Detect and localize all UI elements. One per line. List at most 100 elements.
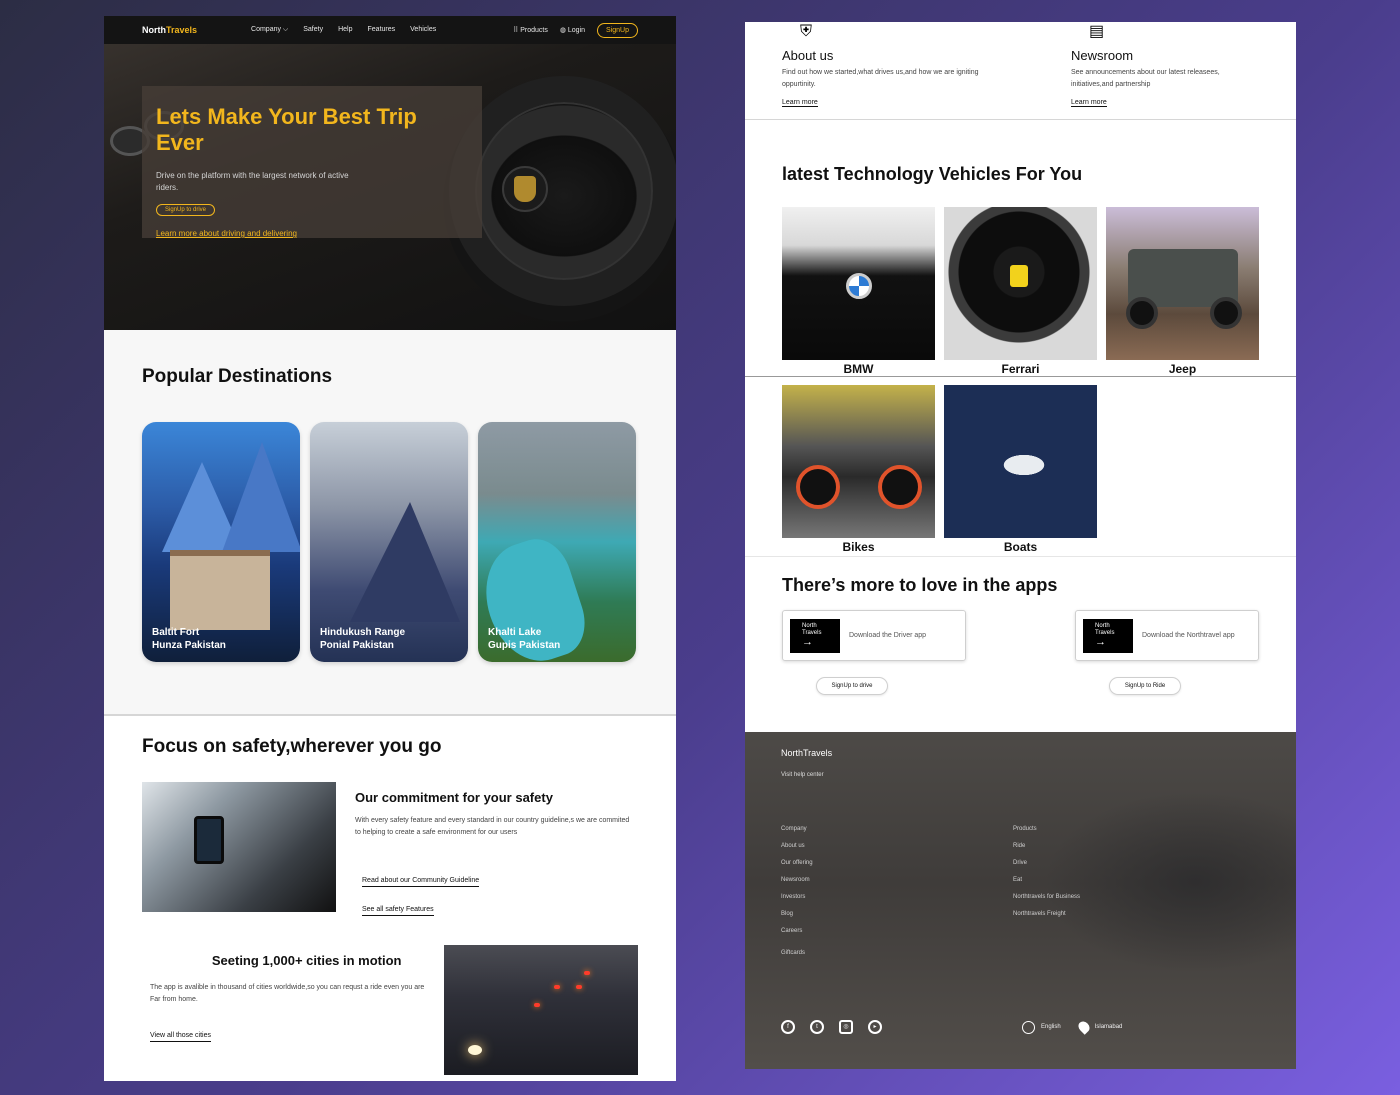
commitment-heading: Our commitment for your safety <box>355 790 553 805</box>
hero-subtitle: Drive on the platform with the largest n… <box>156 171 349 192</box>
footer-link[interactable]: Blog <box>781 911 1013 917</box>
brand-logo[interactable]: NorthTravels <box>142 25 197 35</box>
footer-link[interactable]: Ride <box>1013 843 1245 849</box>
nav-login[interactable]: ◍ Login <box>560 26 585 34</box>
footer-products-column: Products Ride Drive Eat Northtravels for… <box>1013 826 1245 956</box>
safety-title: Focus on safety,wherever you go <box>142 736 442 757</box>
wheel-icon <box>878 465 922 509</box>
newsroom-learn-more-link[interactable]: Learn more <box>1071 99 1107 107</box>
newspaper-icon: ▤ <box>1089 23 1105 40</box>
nav-vehicles[interactable]: Vehicles <box>410 26 436 34</box>
nav-login-label: Login <box>567 27 586 34</box>
vehicle-row-2: Bikes Boats <box>782 385 1259 554</box>
location-selector[interactable]: Islamabad <box>1075 1019 1122 1035</box>
brand-prefix: North <box>142 25 166 35</box>
vehicle-card-bmw[interactable]: BMW <box>782 207 935 376</box>
footer-link[interactable]: Investors <box>781 894 1013 900</box>
hero-signup-drive-button[interactable]: SignUp to drive <box>156 204 216 216</box>
apps-title: There’s more to love in the apps <box>782 575 1058 595</box>
footer-link[interactable]: Drive <box>1013 860 1245 866</box>
destination-cards: Baltit Fort Hunza Pakistan Hindukush Rang… <box>142 422 638 662</box>
cities-text: Seeting 1,000+ cities in motion The app … <box>142 945 441 1075</box>
jeep-image <box>1106 207 1259 360</box>
tile-line1: North <box>802 622 817 629</box>
about-learn-more-link[interactable]: Learn more <box>782 99 818 107</box>
community-guideline-link[interactable]: Read about our Community Guideline <box>362 877 480 887</box>
nav-links: Company ⌵ Safety Help Features Vehicles <box>251 26 436 34</box>
footer-link[interactable]: Northtravels for Business <box>1013 894 1245 900</box>
signup-ride-pill[interactable]: SignUp to Ride <box>1109 677 1181 695</box>
newsroom-title: Newsroom <box>1071 48 1134 63</box>
hero-learn-more-link[interactable]: Learn more about driving and delivering <box>156 229 468 238</box>
footer-columns: Company About us Our offering Newsroom I… <box>781 826 1260 956</box>
language-selector[interactable]: English <box>1022 1020 1061 1034</box>
car-badge-icon <box>514 176 536 202</box>
footer-link[interactable]: Products <box>1013 826 1245 832</box>
footer-link[interactable]: Company <box>781 826 1013 832</box>
rider-app-download[interactable]: North Travels → Download the Northtravel… <box>1075 610 1259 661</box>
footer-link[interactable]: Eat <box>1013 877 1245 883</box>
ferrari-logo-icon <box>1010 265 1028 287</box>
bmw-logo-icon <box>846 273 872 299</box>
shield-icon: ⛨ <box>800 23 813 40</box>
nav-features[interactable]: Features <box>368 26 396 34</box>
phone-in-car-image <box>142 782 336 912</box>
signup-drive-pill[interactable]: SignUp to drive <box>816 677 888 695</box>
vehicle-label: Ferrari <box>1001 362 1040 376</box>
vehicle-card-ferrari[interactable]: Ferrari <box>944 207 1097 376</box>
apps-row: North Travels → Download the Driver app … <box>782 610 1259 695</box>
destination-card-hindukush[interactable]: Hindukush Range Ponial Pakistan <box>310 422 468 662</box>
top-nav: NorthTravels Company ⌵ Safety Help Featu… <box>104 16 676 44</box>
grid-icon: ⠿ <box>513 27 519 34</box>
destination-location: Gupis Pakistan <box>488 640 561 651</box>
footer-bottom-row: f t ◎ ▸ English Islamabad <box>781 1019 1260 1035</box>
vehicle-card-bikes[interactable]: Bikes <box>782 385 935 554</box>
destination-caption: Hindukush Range Ponial Pakistan <box>320 626 405 652</box>
nav-safety[interactable]: Safety <box>303 26 323 34</box>
hero-title: Lets Make Your Best Trip Ever <box>156 104 417 155</box>
twitter-icon[interactable]: t <box>810 1020 824 1034</box>
cities-body: The app is avalible in thousand of citie… <box>150 984 425 1003</box>
instagram-icon[interactable]: ◎ <box>839 1020 853 1034</box>
vehicle-label: BMW <box>843 362 874 376</box>
footer-link-giftcards[interactable]: Giftcards <box>781 950 1013 956</box>
youtube-icon[interactable]: ▸ <box>868 1020 882 1034</box>
traffic-image <box>444 945 638 1075</box>
footer-brand[interactable]: NorthTravels <box>781 748 1260 758</box>
vehicle-card-jeep[interactable]: Jeep <box>1106 207 1259 376</box>
wheel-icon <box>1210 297 1242 329</box>
about-text: Find out how we started,what drives us,a… <box>782 69 979 88</box>
driver-app-download[interactable]: North Travels → Download the Driver app <box>782 610 966 661</box>
nav-company[interactable]: Company ⌵ <box>251 26 288 34</box>
view-cities-link[interactable]: View all those cities <box>150 1032 211 1042</box>
vehicles-title: latest Technology Vehicles For You <box>782 164 1083 184</box>
globe-icon <box>1022 1020 1035 1034</box>
destination-card-khalti[interactable]: Khalti Lake Gupis Pakistan <box>478 422 636 662</box>
divider <box>745 376 1296 377</box>
tail-light <box>576 985 583 989</box>
footer-link[interactable]: Northtravels Freight <box>1013 911 1245 917</box>
safety-links: Read about our Community Guideline See a… <box>362 869 635 916</box>
destination-card-baltit[interactable]: Baltit Fort Hunza Pakistan <box>142 422 300 662</box>
facebook-icon[interactable]: f <box>781 1020 795 1034</box>
nav-help[interactable]: Help <box>338 26 352 34</box>
footer-link[interactable]: About us <box>781 843 1013 849</box>
language-label: English <box>1041 1024 1061 1030</box>
vehicle-label: Bikes <box>842 540 875 554</box>
footer-link[interactable]: Our offering <box>781 860 1013 866</box>
wheel-icon <box>1126 297 1158 329</box>
safety-features-link[interactable]: See all safety Features <box>362 906 434 916</box>
signup-button[interactable]: SignUp <box>597 22 638 38</box>
driver-app-column: North Travels → Download the Driver app … <box>782 610 966 695</box>
bike-image <box>782 385 935 538</box>
vehicles-section: latest Technology Vehicles For You BMW F… <box>745 120 1296 554</box>
footer-link[interactable]: Newsroom <box>781 877 1013 883</box>
footer-link[interactable]: Careers <box>781 928 1013 934</box>
safety-commitment-text: Our commitment for your safety With ever… <box>355 782 635 916</box>
nav-products[interactable]: ⠿ Products <box>513 26 548 34</box>
vehicle-card-boats[interactable]: Boats <box>944 385 1097 554</box>
tile-line1: North <box>1095 622 1110 629</box>
commitment-body: With every safety feature and every stan… <box>355 817 630 836</box>
rider-app-column: North Travels → Download the Northtravel… <box>1075 610 1259 695</box>
help-center-link[interactable]: Visit help center <box>781 772 1260 778</box>
